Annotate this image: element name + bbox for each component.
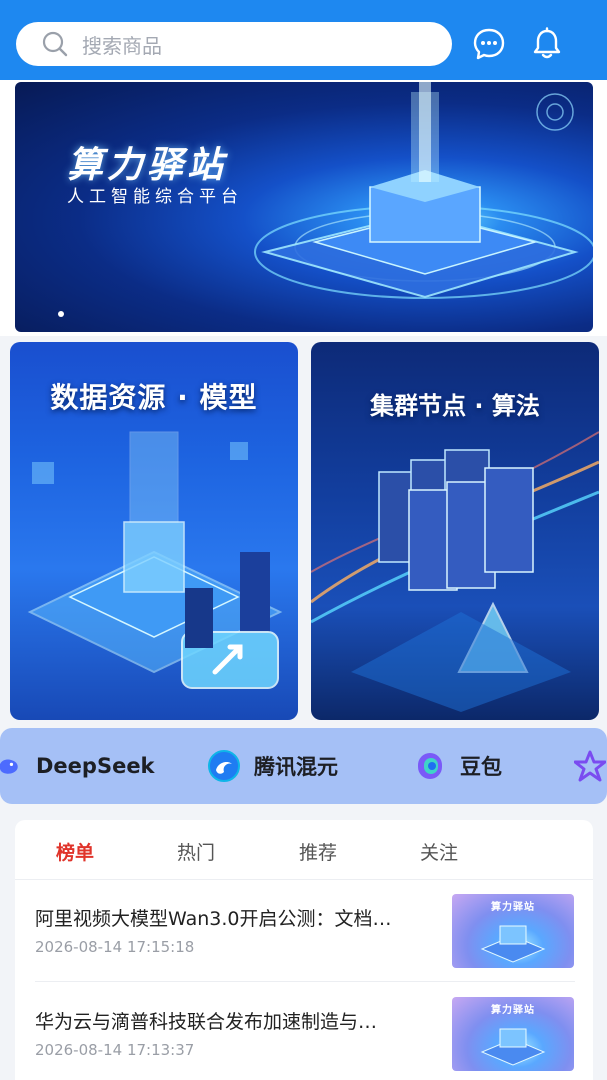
deepseek-icon	[0, 759, 18, 774]
search-bar[interactable]: 搜索商品	[16, 22, 452, 66]
chat-icon[interactable]	[472, 27, 506, 61]
hunyuan-icon	[208, 750, 240, 782]
tab-hot[interactable]: 热门	[177, 838, 215, 865]
news-thumbnail: 算力驿站	[452, 894, 574, 968]
model-item-deepseek[interactable]: DeepSeek	[0, 728, 155, 804]
model-label: 腾讯混元	[254, 755, 338, 779]
tab-ranking[interactable]: 榜单	[56, 838, 94, 865]
model-item-doubao[interactable]: 豆包	[414, 728, 502, 804]
model-carousel[interactable]: DeepSeek 腾讯混元 豆包	[0, 728, 607, 804]
doubao-icon	[418, 753, 442, 779]
search-placeholder: 搜索商品	[82, 33, 162, 58]
card-cluster-algorithms[interactable]: 集群节点 · 算法	[311, 342, 599, 720]
banner-illustration	[58, 82, 593, 317]
news-item[interactable]: 阿里视频大模型Wan3.0开启公测：文档… 2026-08-14 17:15:1…	[15, 880, 593, 980]
tab-following[interactable]: 关注	[420, 838, 458, 865]
divider	[35, 981, 575, 982]
model-label: DeepSeek	[36, 754, 155, 778]
banner-section: 算力驿站 人工智能综合平台	[0, 80, 607, 336]
model-next-icon[interactable]	[574, 750, 606, 782]
model-label: 豆包	[460, 755, 502, 779]
search-icon	[42, 31, 68, 57]
tab-recommended[interactable]: 推荐	[299, 838, 337, 865]
news-panel: 榜单 热门 推荐 关注 阿里视频大模型Wan3.0开启公测：文档… 2026-0…	[15, 820, 593, 1080]
card-title-cluster-algorithms: 集群节点 · 算法	[370, 392, 540, 420]
model-item-hunyuan[interactable]: 腾讯混元	[208, 728, 338, 804]
news-title: 华为云与滴普科技联合发布加速制造与…	[35, 1011, 378, 1033]
thumbnail-illustration	[480, 1028, 546, 1066]
card-title-data-models: 数据资源 · 模型	[50, 381, 258, 414]
banner-title: 算力驿站	[67, 145, 228, 186]
news-item[interactable]: 华为云与滴普科技联合发布加速制造与… 2026-08-14 17:13:37 算…	[15, 983, 593, 1080]
banner-image[interactable]: 算力驿站 人工智能综合平台	[15, 82, 593, 332]
news-thumbnail: 算力驿站	[452, 997, 574, 1071]
thumbnail-illustration	[480, 925, 546, 963]
news-tabs: 榜单 热门 推荐 关注	[15, 820, 593, 880]
banner-subtitle: 人工智能综合平台	[67, 187, 243, 207]
bell-icon[interactable]	[530, 27, 564, 61]
news-time: 2026-08-14 17:13:37	[35, 1041, 195, 1059]
card-data-models[interactable]: 数据资源 · 模型	[10, 342, 298, 720]
news-time: 2026-08-14 17:15:18	[35, 938, 195, 956]
news-title: 阿里视频大模型Wan3.0开启公测：文档…	[35, 908, 392, 930]
top-bar: 搜索商品	[0, 0, 607, 80]
